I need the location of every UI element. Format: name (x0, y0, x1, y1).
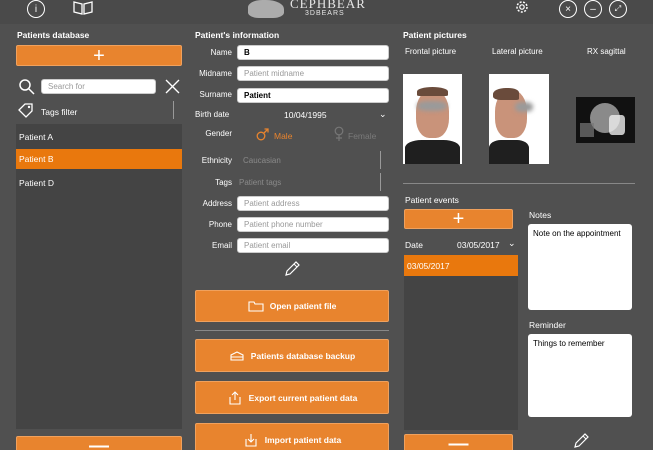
event-date-field[interactable]: 03/05/2017 (457, 240, 500, 250)
database-backup-button[interactable]: Patients database backup (195, 339, 389, 372)
rx-sagittal-label: RX sagittal (587, 47, 626, 56)
ethnicity-label: Ethnicity (201, 156, 232, 165)
minus-icon: — (448, 433, 469, 450)
chevron-down-icon[interactable]: ⌄ (379, 109, 387, 120)
name-field[interactable]: B (237, 45, 389, 60)
events-list (404, 255, 518, 430)
folder-icon (248, 301, 264, 312)
notes-label: Notes (529, 210, 552, 220)
male-icon[interactable] (256, 127, 270, 141)
open-patient-file-label: Open patient file (269, 301, 337, 311)
bear-logo-icon (248, 0, 284, 18)
title-bar: i CEPHBEAR 3DBEARS × – ⤢ (0, 0, 653, 24)
lateral-picture-label: Lateral picture (492, 47, 543, 56)
pencil-icon[interactable] (572, 432, 590, 450)
remove-event-button[interactable]: — (404, 434, 513, 450)
frontal-picture[interactable] (403, 74, 462, 164)
pictures-divider (403, 183, 635, 184)
database-title: Patients database (17, 30, 90, 40)
minus-icon: — (89, 435, 109, 450)
gear-icon[interactable] (512, 0, 532, 16)
book-icon[interactable] (72, 0, 94, 16)
birthdate-field[interactable]: 10/04/1995 (284, 110, 327, 120)
fullscreen-icon[interactable]: ⤢ (609, 0, 627, 18)
email-label: Email (211, 241, 232, 250)
export-data-label: Export current patient data (248, 392, 358, 403)
tags-label: Tags (215, 178, 232, 187)
rx-sagittal-picture[interactable] (576, 97, 635, 143)
frontal-picture-label: Frontal picture (405, 47, 457, 56)
patient-list-item-selected[interactable]: Patient B (16, 149, 182, 169)
tags-field-divider (380, 173, 381, 191)
female-icon[interactable] (333, 126, 345, 142)
open-patient-file-button[interactable]: Open patient file (195, 290, 389, 322)
gender-label: Gender (205, 129, 232, 138)
patient-list (16, 124, 182, 429)
minimize-icon[interactable]: – (584, 0, 602, 18)
midname-field[interactable]: Patient midname (237, 66, 389, 81)
import-data-button[interactable]: Import patient data (195, 423, 389, 450)
plus-icon: + (93, 44, 105, 67)
address-field[interactable]: Patient address (237, 196, 389, 211)
tags-divider (173, 101, 174, 119)
chevron-down-icon[interactable]: ⌄ (508, 238, 516, 249)
patient-list-item[interactable]: Patient D (16, 173, 182, 193)
search-icon (19, 79, 35, 95)
info-icon[interactable]: i (27, 0, 45, 18)
reminder-field[interactable]: Things to remember (528, 334, 632, 417)
event-date-label: Date (405, 240, 423, 250)
name-label: Name (210, 48, 232, 57)
export-icon (229, 390, 241, 405)
gender-female-option[interactable]: Female (348, 131, 376, 141)
search-input[interactable]: Search for (41, 79, 156, 94)
ethnicity-divider (380, 151, 381, 169)
address-label: Address (202, 199, 232, 208)
events-title: Patient events (405, 195, 459, 205)
patient-list-item[interactable]: Patient A (16, 127, 182, 147)
import-data-label: Import patient data (264, 434, 342, 445)
phone-field[interactable]: Patient phone number (237, 217, 389, 232)
backup-icon (230, 350, 244, 361)
actions-divider (195, 330, 389, 331)
plus-icon: + (452, 208, 465, 230)
midname-label: Midname (199, 69, 232, 78)
pencil-icon[interactable] (283, 260, 301, 278)
event-list-item-selected[interactable]: 03/05/2017 (404, 255, 518, 276)
import-icon (245, 433, 257, 447)
phone-label: Phone (208, 220, 232, 229)
email-field[interactable]: Patient email (237, 238, 389, 253)
close-icon[interactable]: × (559, 0, 577, 18)
add-event-button[interactable]: + (404, 209, 513, 229)
pictures-title: Patient pictures (403, 30, 467, 40)
lateral-picture[interactable] (489, 74, 549, 164)
reminder-label: Reminder (529, 320, 566, 330)
surname-label: Surname (199, 90, 232, 99)
tags-field[interactable]: Patient tags (239, 178, 281, 187)
tags-filter-label[interactable]: Tags filter (41, 107, 77, 117)
remove-patient-button[interactable]: — (16, 436, 182, 450)
database-backup-label: Patients database backup (250, 350, 356, 361)
add-patient-button[interactable]: + (16, 45, 182, 66)
info-title: Patient's information (195, 30, 280, 40)
gender-male-option[interactable]: Male (274, 131, 292, 141)
notes-field[interactable]: Note on the appointment (528, 224, 632, 310)
surname-field[interactable]: Patient (237, 88, 389, 103)
app-logo-subtitle: 3DBEARS (305, 10, 345, 17)
birthdate-label: Birth date (195, 110, 230, 119)
tag-icon (18, 103, 33, 118)
export-data-button[interactable]: Export current patient data (195, 381, 389, 414)
ethnicity-field[interactable]: Caucasian (243, 156, 281, 165)
